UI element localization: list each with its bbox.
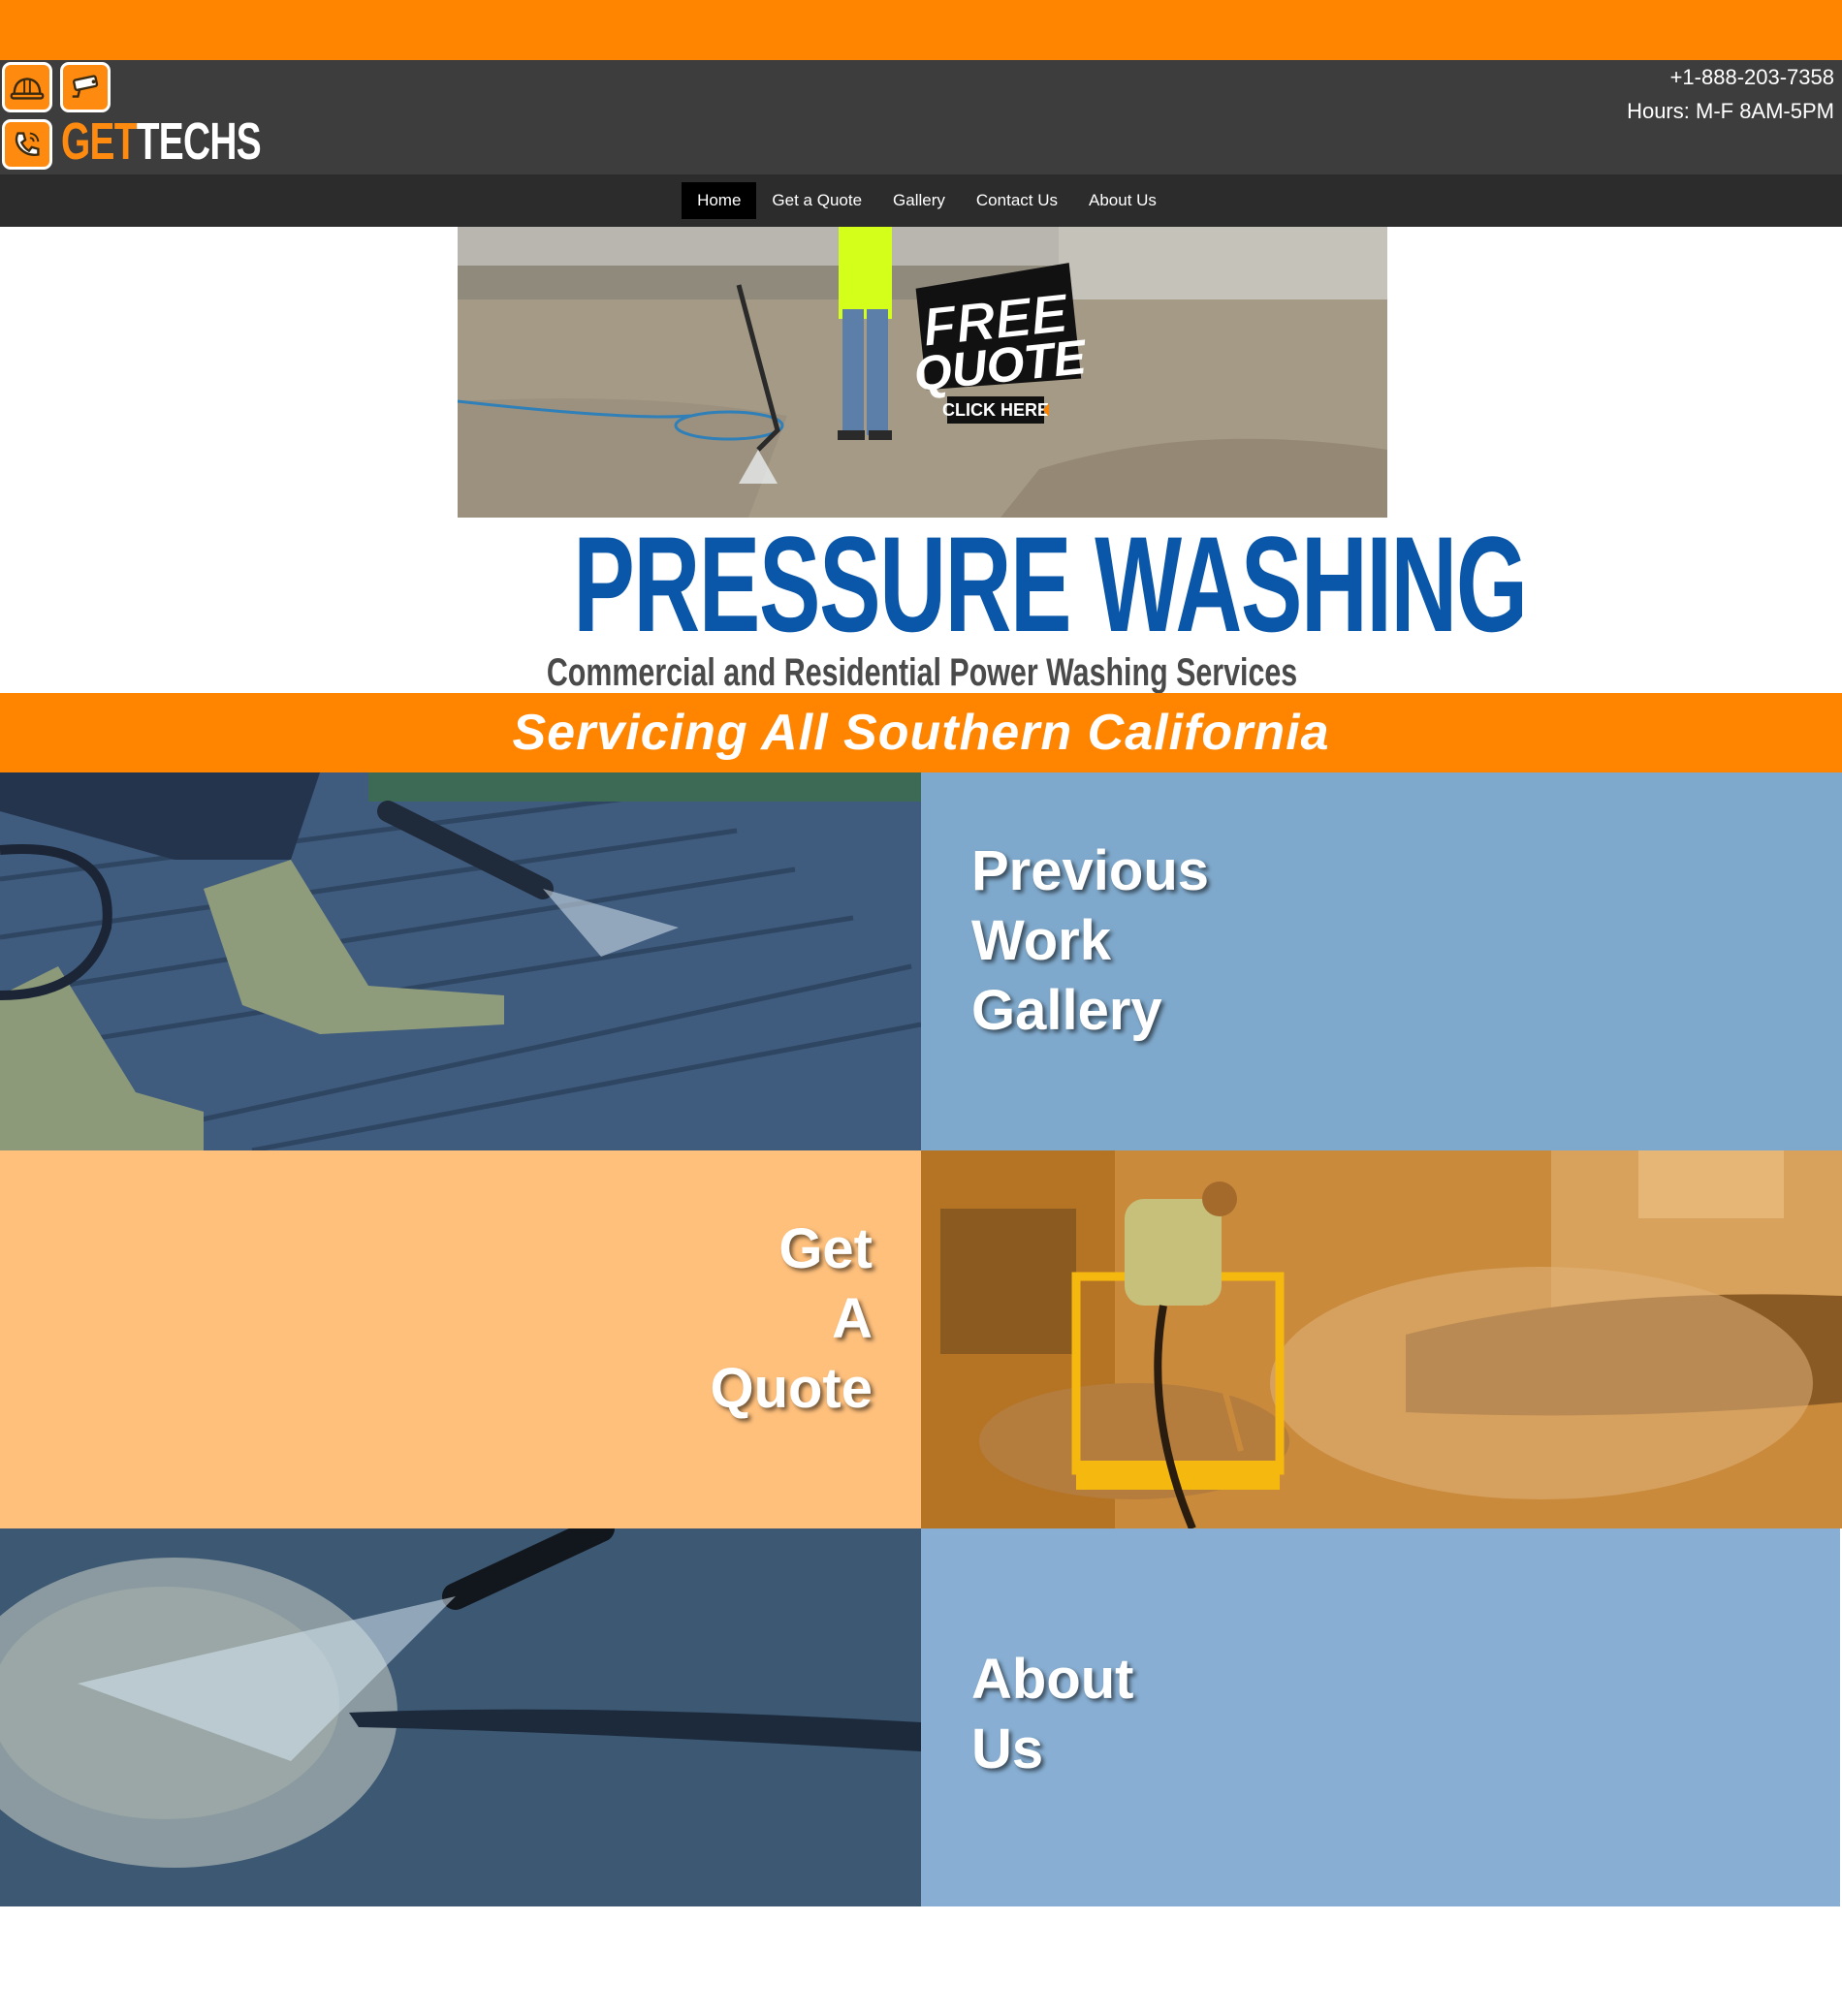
- banner-title: PRESSURE WASHING: [573, 508, 1528, 660]
- nav-about-us[interactable]: About Us: [1073, 182, 1172, 219]
- deck-washing-photo-tile: [0, 772, 921, 1150]
- hero-free-quote-banner[interactable]: FREE QUOTE CLICK HERE: [458, 227, 1387, 518]
- top-accent-strip: [0, 0, 1842, 60]
- nav-gallery[interactable]: Gallery: [877, 182, 961, 219]
- gallery-tile-label[interactable]: Previous Work Gallery: [971, 836, 1209, 1046]
- quote-tile-label[interactable]: Get A Quote: [710, 1214, 873, 1424]
- hero-photo: FREE QUOTE CLICK HERE: [458, 227, 1387, 518]
- service-area-text: Servicing All Southern California: [512, 705, 1330, 761]
- brand-logo[interactable]: GETTECHS: [61, 112, 262, 171]
- nav-contact-us[interactable]: Contact Us: [961, 182, 1073, 219]
- badge-click-here-text: CLICK HERE: [942, 400, 1049, 420]
- banner-subtitle: Commercial and Residential Power Washing…: [546, 651, 1298, 694]
- gallery-tile[interactable]: Previous Work Gallery: [921, 772, 1842, 1150]
- concrete-washing-photo-tile: [0, 1528, 921, 1906]
- nav-home[interactable]: Home: [682, 182, 757, 219]
- service-area-bar: Servicing All Southern California: [0, 693, 1842, 772]
- about-tile[interactable]: About Us: [921, 1528, 1840, 1906]
- about-tile-label[interactable]: About Us: [971, 1645, 1134, 1784]
- nav-get-a-quote[interactable]: Get a Quote: [756, 182, 877, 219]
- logo-techs-text: TECHS: [136, 112, 262, 171]
- contact-phone[interactable]: +1-888-203-7358: [1670, 65, 1834, 90]
- phone-icon: [2, 119, 52, 170]
- quote-tile[interactable]: Get A Quote: [0, 1150, 921, 1528]
- logo-get-text: GET: [61, 112, 137, 171]
- business-hours: Hours: M-F 8AM-5PM: [1627, 99, 1834, 123]
- security-camera-icon: [60, 62, 111, 112]
- main-navigation: Home Get a Quote Gallery Contact Us Abou…: [0, 174, 1842, 227]
- site-header: GETTECHS +1-888-203-7358 Hours: M-F 8AM-…: [0, 60, 1842, 174]
- lift-washing-photo-tile: [921, 1150, 1842, 1528]
- hardhat-icon: [2, 62, 52, 112]
